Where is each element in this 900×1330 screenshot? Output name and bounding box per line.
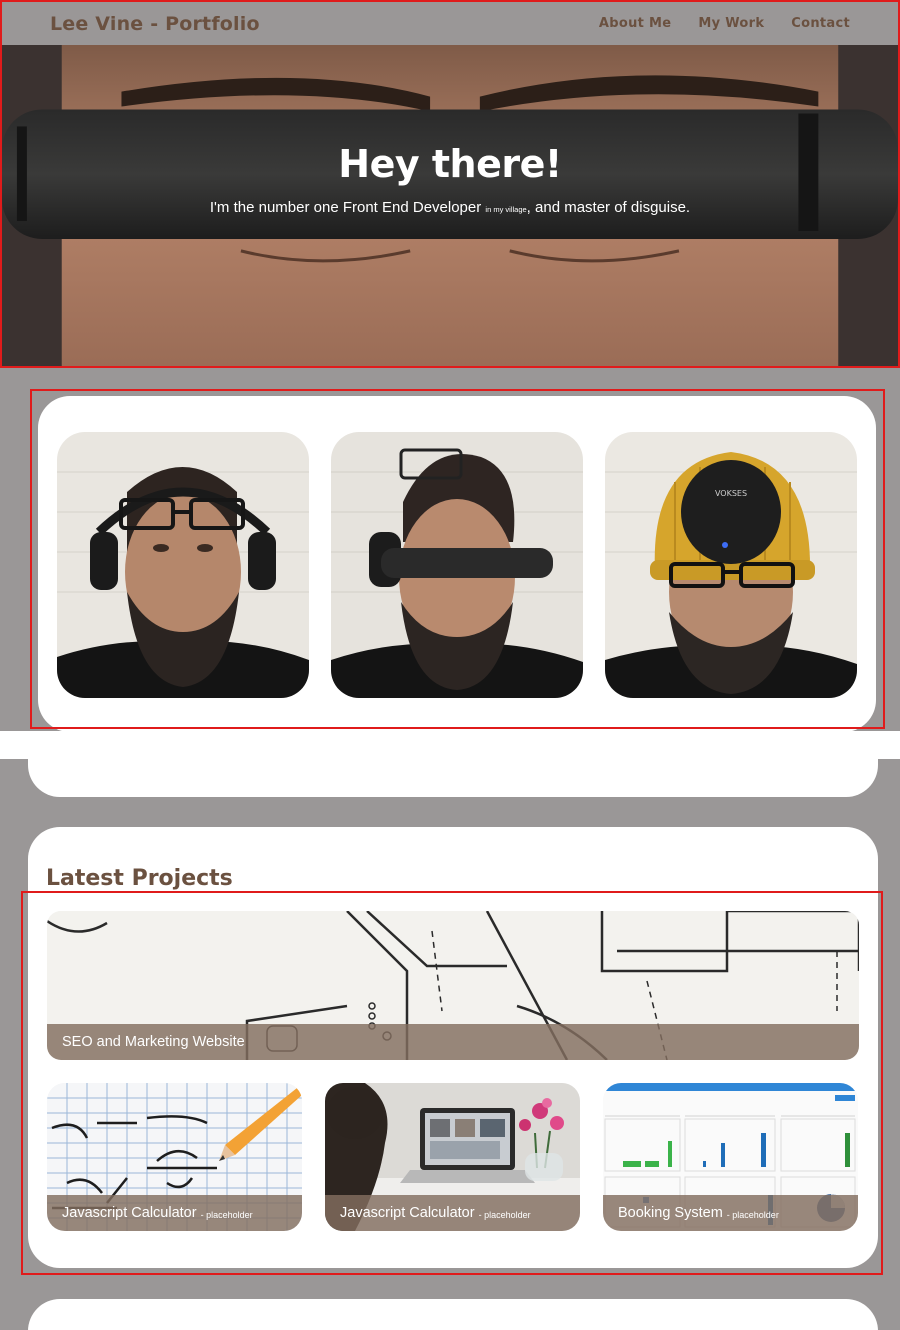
hero-text: Hey there! I'm the number one Front End … — [2, 142, 898, 216]
hero-subtitle: I'm the number one Front End Developer i… — [2, 199, 898, 216]
top-navbar: Lee Vine - Portfolio About Me My Work Co… — [2, 2, 898, 45]
nav-links: About Me My Work Contact — [599, 16, 850, 31]
hero-subtitle-end: , and master of disguise. — [526, 199, 691, 216]
site-brand[interactable]: Lee Vine - Portfolio — [50, 13, 260, 35]
hero-subtitle-small: in my village — [485, 205, 527, 214]
nav-link-my-work[interactable]: My Work — [698, 16, 764, 31]
next-section-card — [28, 1299, 878, 1330]
projects-highlight-outline — [21, 891, 883, 1275]
nav-link-about-me[interactable]: About Me — [599, 16, 671, 31]
photos-highlight-outline — [30, 389, 885, 729]
nav-link-contact[interactable]: Contact — [791, 16, 850, 31]
hero-section: Lee Vine - Portfolio About Me My Work Co… — [0, 0, 900, 368]
hero-title: Hey there! — [338, 142, 562, 186]
empty-card — [28, 748, 878, 797]
projects-title: Latest Projects — [46, 866, 233, 891]
hero-subtitle-main: I'm the number one Front End Developer — [209, 199, 486, 216]
